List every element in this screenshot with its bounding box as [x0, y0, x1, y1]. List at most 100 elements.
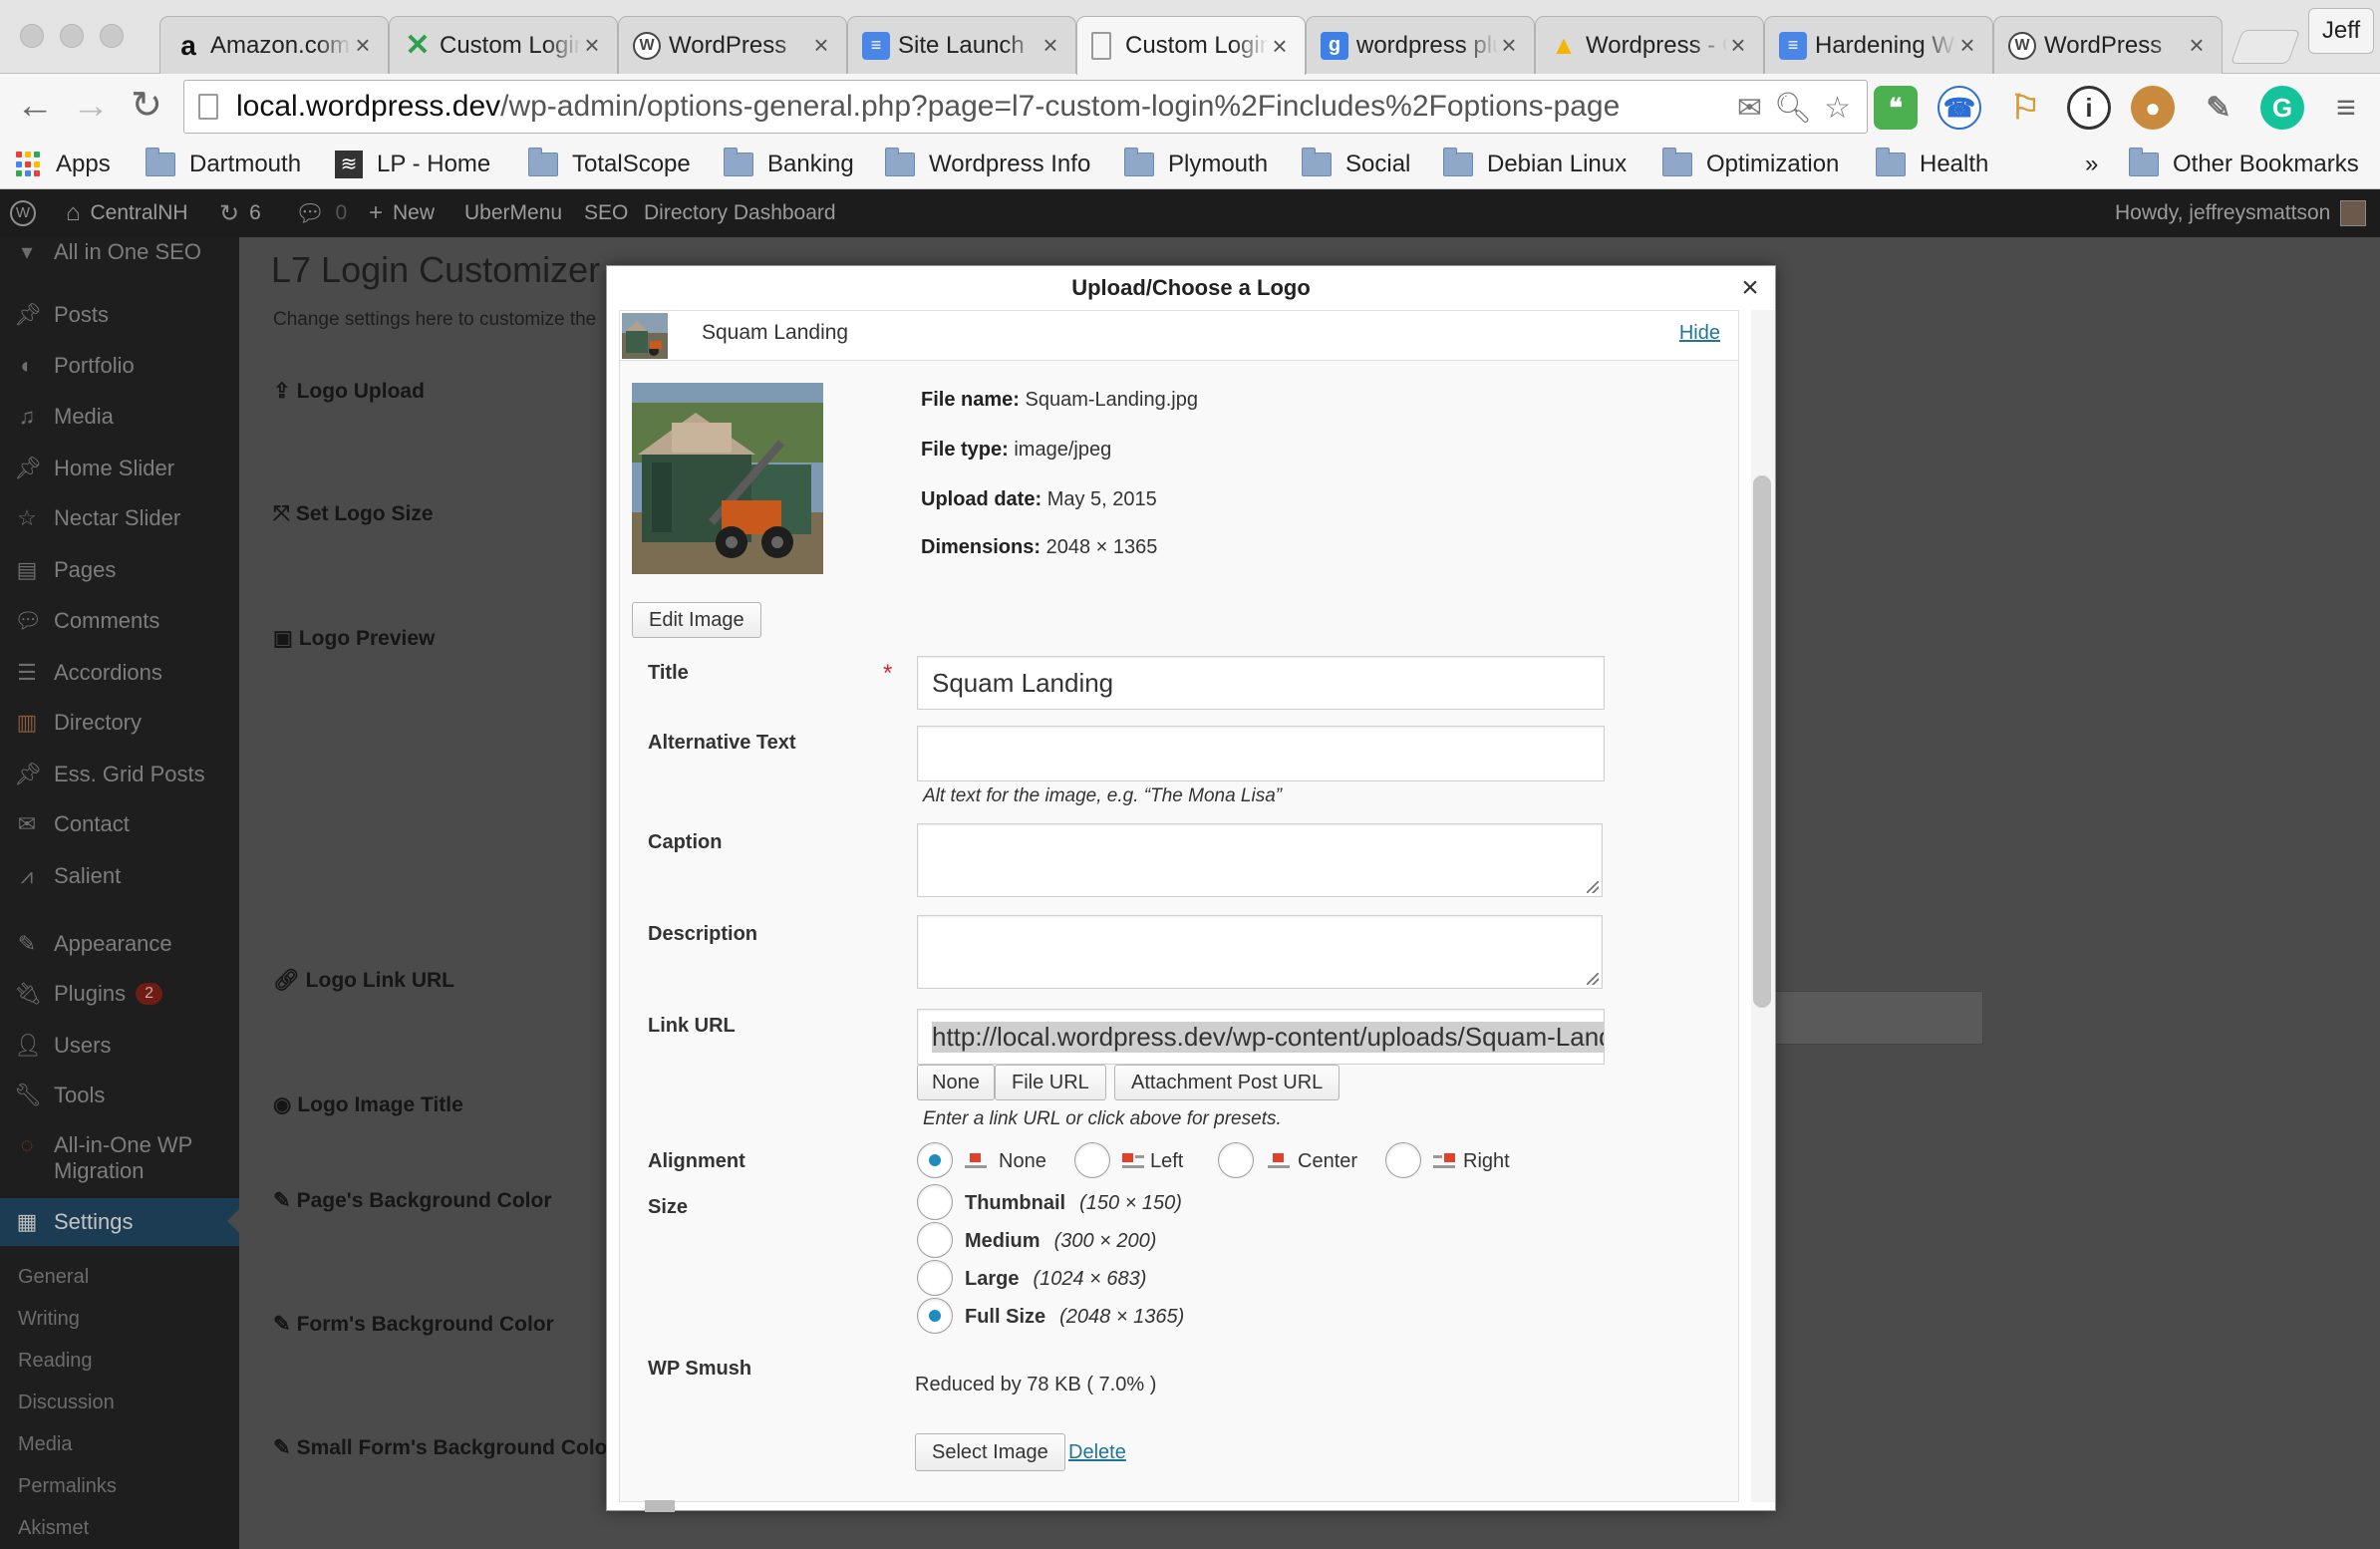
admin-bar-directory-dashboard[interactable]: Directory Dashboard	[644, 189, 836, 237]
menu-comments[interactable]: 💬︎ Comments	[0, 598, 239, 644]
menu-accordions[interactable]: ☰ Accordions	[0, 650, 239, 696]
bookmark-folder[interactable]: Debian Linux	[1443, 146, 1627, 183]
tab-close-icon[interactable]: ×	[1498, 30, 1520, 61]
tab-close-icon[interactable]: ×	[1269, 31, 1291, 62]
bookmark-star-icon[interactable]: ☆	[1824, 91, 1851, 126]
search-icon[interactable]: 🔍︎	[1774, 91, 1812, 126]
bookmark-folder[interactable]: Plymouth	[1124, 146, 1268, 183]
cookie-extension-icon[interactable]: ●	[2131, 86, 2175, 130]
submenu-writing[interactable]: Writing	[18, 1308, 80, 1331]
menu-tools[interactable]: 🔧︎ Tools	[0, 1073, 239, 1118]
browser-tab[interactable]: ≡ Hardening WordPress ×	[1764, 16, 1993, 74]
bookmark-folder[interactable]: Optimization	[1662, 146, 1839, 183]
align-right-label[interactable]: Right	[1463, 1150, 1510, 1173]
tab-close-icon[interactable]: ×	[810, 30, 832, 61]
eyedropper-extension-icon[interactable]: ✎	[2197, 86, 2240, 130]
caption-textarea[interactable]	[917, 823, 1603, 897]
modal-scrollbar-thumb[interactable]	[1753, 475, 1771, 1008]
tab-close-icon[interactable]: ×	[1727, 30, 1749, 61]
size-large-radio[interactable]	[917, 1260, 953, 1296]
menu-directory[interactable]: ▥ Directory	[0, 700, 239, 746]
menu-portfolio[interactable]: ◐ Portfolio	[0, 343, 239, 389]
align-left-label[interactable]: Left	[1150, 1150, 1183, 1173]
tab-close-icon[interactable]: ×	[581, 30, 603, 61]
bookmark-folder[interactable]: TotalScope	[528, 146, 691, 183]
menu-ess-grid-posts[interactable]: 📌︎ Ess. Grid Posts	[0, 752, 239, 797]
phone-extension-icon[interactable]: ☎	[1937, 86, 1981, 130]
reload-icon[interactable]: ↻	[126, 86, 167, 128]
alt-text-input[interactable]	[917, 726, 1605, 781]
menu-settings[interactable]: ▦ Settings	[0, 1198, 239, 1246]
menu-appearance[interactable]: ✎ Appearance	[0, 921, 239, 967]
tab-close-icon[interactable]: ×	[1956, 30, 1978, 61]
delete-link[interactable]: Delete	[1068, 1441, 1126, 1464]
browser-tab[interactable]: a Amazon.com ×	[159, 16, 389, 74]
bookmark-link[interactable]: ≋ LP - Home	[335, 146, 490, 183]
align-center-radio[interactable]	[1218, 1142, 1254, 1178]
grammarly-extension-icon[interactable]: G	[2260, 86, 2304, 130]
address-bar[interactable]: local.wordpress.dev/wp-admin/options-gen…	[183, 80, 1868, 134]
info-extension-icon[interactable]: i	[2067, 86, 2111, 130]
bookmark-folder[interactable]: Banking	[724, 146, 854, 183]
submenu-permalinks[interactable]: Permalinks	[18, 1475, 117, 1498]
align-none-radio[interactable]	[917, 1142, 953, 1178]
size-full-label[interactable]: Full Size (2048 × 1365)	[965, 1306, 1184, 1329]
tab-close-icon[interactable]: ×	[2186, 30, 2208, 61]
edit-image-button[interactable]: Edit Image	[632, 602, 761, 638]
menu-posts[interactable]: 📌︎ Posts	[0, 292, 239, 338]
menu-pages[interactable]: ▤ Pages	[0, 547, 239, 593]
size-thumbnail-radio[interactable]	[917, 1184, 953, 1220]
submenu-akismet[interactable]: Akismet	[18, 1517, 89, 1540]
align-right-radio[interactable]	[1385, 1142, 1421, 1178]
submenu-reading[interactable]: Reading	[18, 1350, 93, 1373]
link-attachment-post-url-button[interactable]: Attachment Post URL	[1114, 1065, 1340, 1100]
submenu-general[interactable]: General	[18, 1266, 89, 1289]
reader-icon[interactable]: ✉	[1737, 91, 1762, 126]
size-medium-label[interactable]: Medium (300 × 200)	[965, 1230, 1156, 1253]
bookmark-apps[interactable]: Apps	[16, 146, 111, 183]
align-left-radio[interactable]	[1074, 1142, 1110, 1178]
chrome-menu-icon[interactable]: ≡	[2324, 86, 2368, 130]
align-center-label[interactable]: Center	[1298, 1150, 1357, 1173]
align-none-label[interactable]: None	[999, 1150, 1046, 1173]
submenu-media[interactable]: Media	[18, 1433, 72, 1456]
browser-tab[interactable]: W WordPress ×	[1993, 16, 2223, 74]
menu-users[interactable]: 👤︎ Users	[0, 1023, 239, 1069]
menu-salient[interactable]: ⩘ Salient	[0, 853, 239, 899]
description-textarea[interactable]	[917, 915, 1603, 989]
menu-plugins[interactable]: 🔌︎ Plugins 2	[0, 971, 239, 1017]
tab-close-icon[interactable]: ×	[352, 30, 374, 61]
bookmark-folder[interactable]: Dartmouth	[146, 146, 301, 183]
menu-nectar-slider[interactable]: ☆ Nectar Slider	[0, 495, 239, 541]
menu-all-in-one-wp-migration[interactable]: ◌ All-in-One WP Migration	[0, 1126, 239, 1190]
size-full-radio[interactable]	[917, 1298, 953, 1334]
size-thumbnail-label[interactable]: Thumbnail (150 × 150)	[965, 1192, 1182, 1215]
tab-close-icon[interactable]: ×	[1040, 30, 1061, 61]
bookmark-folder[interactable]: Social	[1302, 146, 1410, 183]
address-url[interactable]: local.wordpress.dev/wp-admin/options-gen…	[236, 90, 1620, 124]
admin-bar-seo[interactable]: SEO	[584, 189, 628, 237]
menu-media[interactable]: ♫ Media	[0, 394, 239, 440]
menu-contact[interactable]: ✉ Contact	[0, 801, 239, 847]
browser-tab[interactable]: g wordpress plugin ×	[1306, 16, 1535, 74]
browser-tab[interactable]: W WordPress ×	[618, 16, 847, 74]
size-medium-radio[interactable]	[917, 1222, 953, 1258]
window-minimize-button[interactable]	[60, 24, 84, 48]
window-close-button[interactable]	[20, 24, 44, 48]
forward-arrow-icon[interactable]: →	[70, 86, 112, 128]
profile-button[interactable]: Jeff	[2308, 8, 2374, 54]
signpost-extension-icon[interactable]: ⚐	[2003, 86, 2047, 130]
window-zoom-button[interactable]	[100, 24, 124, 48]
link-file-url-button[interactable]: File URL	[995, 1065, 1106, 1100]
browser-tab-active[interactable]: Custom Login ×	[1076, 16, 1306, 75]
bookmark-folder[interactable]: Wordpress Info	[885, 146, 1090, 183]
admin-bar-new[interactable]: + New	[369, 189, 435, 237]
close-icon[interactable]: ×	[1735, 270, 1765, 306]
browser-tab[interactable]: ▲ Wordpress - Google Drive ×	[1535, 16, 1764, 74]
submenu-discussion[interactable]: Discussion	[18, 1392, 115, 1414]
menu-all-in-one-seo[interactable]: ▾ All in One SEO	[0, 229, 239, 275]
menu-home-slider[interactable]: 📌︎ Home Slider	[0, 446, 239, 491]
back-arrow-icon[interactable]: ←	[14, 86, 56, 128]
link-url-input[interactable]: http://local.wordpress.dev/wp-content/up…	[917, 1009, 1605, 1065]
bookmarks-overflow-button[interactable]: »	[2085, 146, 2098, 183]
